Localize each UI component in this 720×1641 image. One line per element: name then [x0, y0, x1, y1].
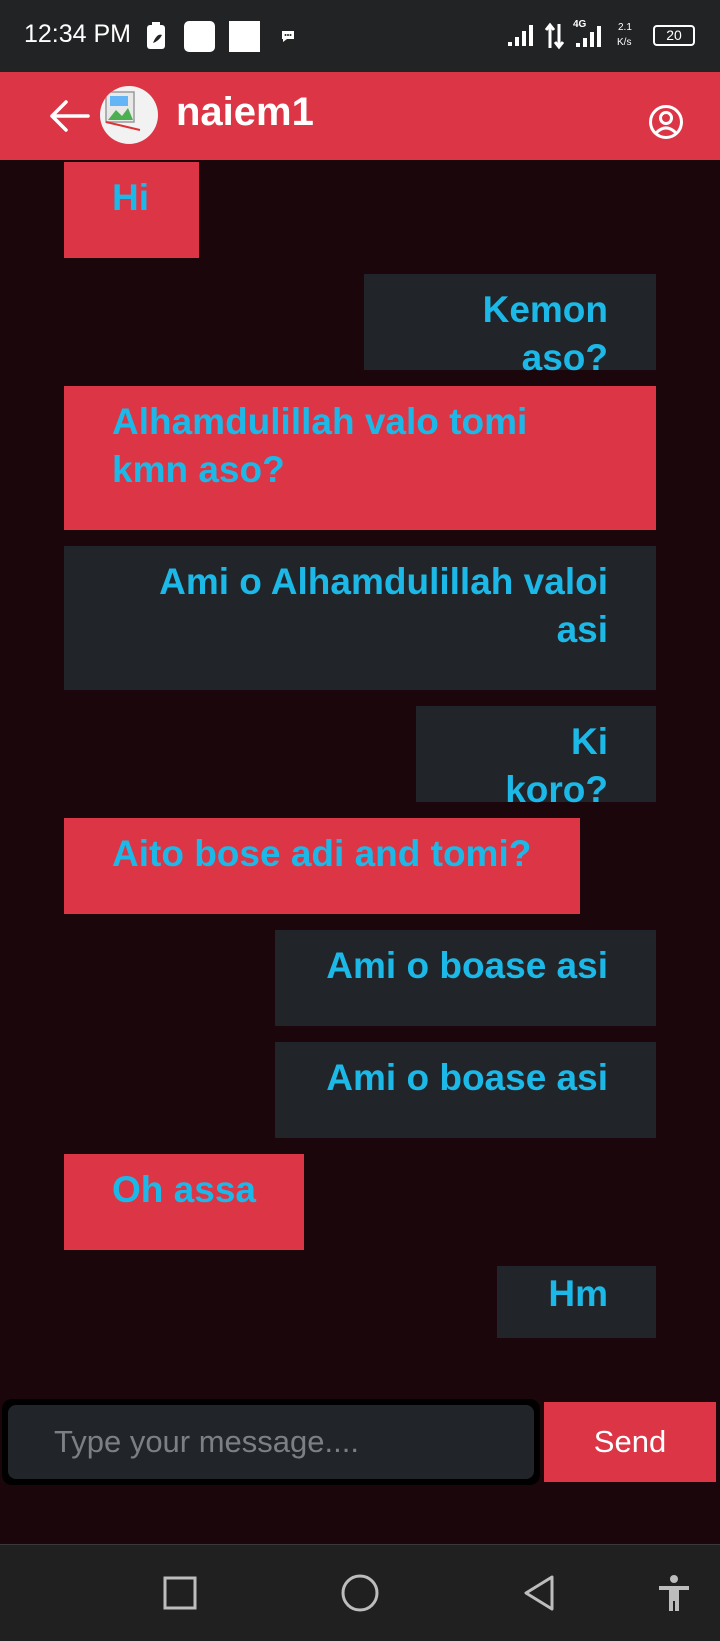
status-time: 12:34 PM	[24, 20, 132, 48]
avatar[interactable]	[100, 86, 158, 144]
broken-image-icon	[105, 91, 141, 131]
arrow-left-icon[interactable]	[48, 98, 90, 134]
recent-apps-icon[interactable]	[160, 1573, 200, 1613]
chat-bubble-icon	[282, 31, 294, 42]
message-sent: Ki koro?	[416, 706, 656, 810]
message-sent: Ami o Alhamdulillah valoi asi	[64, 546, 656, 690]
message-sent: Hm	[497, 1266, 656, 1338]
send-button[interactable]: Send	[544, 1402, 716, 1482]
battery-level: 20	[666, 27, 682, 43]
user-circle-icon[interactable]	[648, 104, 684, 140]
home-icon[interactable]	[340, 1573, 380, 1613]
contact-name: naiem1	[176, 90, 314, 134]
signal-icon	[508, 25, 533, 46]
message-received: Hi	[64, 162, 199, 258]
message-received: Oh assa	[64, 1154, 304, 1250]
chat-header: naiem1	[0, 72, 720, 160]
message-sent: Kemon aso?	[364, 274, 656, 378]
network-speed-unit: K/s	[617, 37, 632, 48]
message-received: Aito bose adi and tomi?	[64, 818, 580, 914]
message-sent: Ami o boase asi	[275, 930, 656, 1026]
network-speed-value: 2.1	[618, 22, 632, 33]
accessibility-icon[interactable]	[654, 1573, 694, 1613]
system-nav-bar	[0, 1544, 720, 1641]
battery-icon: 20	[653, 25, 695, 46]
message-sent: Ami o boase asi	[275, 1042, 656, 1138]
message-input[interactable]	[8, 1405, 534, 1479]
signal-icon	[576, 26, 601, 47]
back-triangle-icon[interactable]	[520, 1573, 560, 1613]
data-arrows-icon	[544, 22, 565, 50]
status-bar: 12:34 PM 4G 2.1 K/s 20	[0, 0, 720, 72]
composer	[2, 1399, 540, 1485]
notification-square-icon	[184, 21, 215, 52]
battery-saver-icon	[147, 22, 165, 49]
message-received: Alhamdulillah valo tomi kmn aso?	[64, 386, 656, 530]
notification-square-icon	[229, 21, 260, 52]
